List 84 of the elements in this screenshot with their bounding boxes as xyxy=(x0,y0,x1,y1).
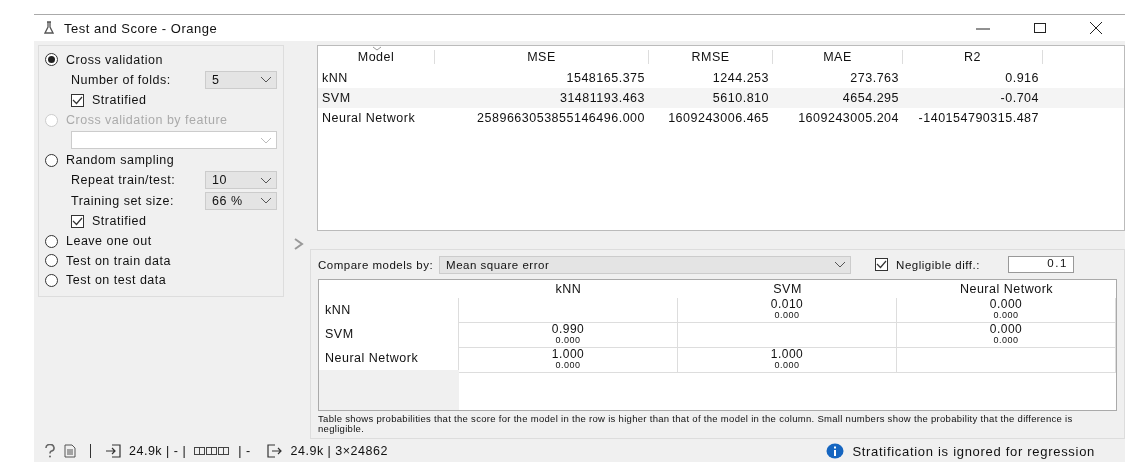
negligible-probability: 0.000 xyxy=(555,359,581,371)
column-header: kNN xyxy=(554,281,583,296)
column-header[interactable]: Model xyxy=(318,50,435,64)
radio-label[interactable]: Random sampling xyxy=(66,153,175,168)
table-cell-text: -0.704 xyxy=(999,91,1040,105)
dropdown[interactable]: 10 xyxy=(205,171,277,190)
table-cell-text: 273.763 xyxy=(849,71,900,85)
info-icon xyxy=(826,443,845,459)
radio-label[interactable]: Cross validation xyxy=(66,52,163,67)
row-header: Neural Network xyxy=(319,345,459,370)
table-cell-text: 2589663053855146496.000 xyxy=(476,111,646,125)
table-cell-text: kNN xyxy=(321,71,349,85)
checkbox-label[interactable]: Negligible diff.: xyxy=(896,258,980,271)
chevron-icon xyxy=(260,76,272,84)
dropdown[interactable]: 66 % xyxy=(205,191,277,210)
probability-value: 0.000 xyxy=(989,298,1023,310)
chevron-icon xyxy=(834,261,847,269)
column-header: Neural Network xyxy=(958,281,1055,296)
radio-button[interactable] xyxy=(45,153,58,167)
radio-button[interactable] xyxy=(45,234,58,248)
checkbox-label[interactable]: Stratified xyxy=(92,93,147,108)
negligible-probability: 0.000 xyxy=(774,309,800,321)
table-cell-text: 0.916 xyxy=(1004,71,1040,85)
output-icon xyxy=(266,444,283,458)
report-icon[interactable] xyxy=(64,444,76,458)
row-header: kNN xyxy=(319,297,459,322)
number-field[interactable]: 0.1 xyxy=(1007,256,1074,274)
table-cell-text: Neural Network xyxy=(321,111,417,125)
table-cell-text: -140154790315.487 xyxy=(917,111,1040,125)
probability-value: 1.000 xyxy=(551,348,585,360)
input-summary: 24.9k | - | xyxy=(129,444,187,458)
output-summary: 24.9k | 3×24862 xyxy=(290,444,388,458)
column-header[interactable]: MSE xyxy=(435,50,649,64)
flask-icon xyxy=(44,21,54,35)
maximize-icon[interactable] xyxy=(1033,22,1047,34)
probability-value: 0.990 xyxy=(551,323,585,335)
radio-button[interactable] xyxy=(45,254,58,268)
column-header[interactable]: R2 xyxy=(903,50,1043,64)
help-icon[interactable] xyxy=(44,444,56,458)
input-icon xyxy=(105,444,121,458)
chevron-icon xyxy=(260,136,272,144)
chevron-icon xyxy=(260,197,272,205)
sort-indicator-icon xyxy=(372,46,382,51)
table-cell-text: 5610.810 xyxy=(711,91,770,105)
setting-label: Number of folds: xyxy=(71,72,171,87)
table-cell-text: 1548165.375 xyxy=(565,71,646,85)
checkbox-label[interactable]: Stratified xyxy=(92,214,147,229)
table-cell-text: SVM xyxy=(321,91,352,105)
column-header[interactable]: MAE xyxy=(773,50,903,64)
checkbox[interactable] xyxy=(875,258,889,272)
probability-value: 0.010 xyxy=(770,298,804,310)
setting-label: Repeat train/test: xyxy=(71,173,176,188)
status-message: Stratification is ignored for regression xyxy=(852,443,1095,459)
radio-label[interactable]: Leave one out xyxy=(66,234,152,249)
negligible-probability: 0.000 xyxy=(993,334,1019,346)
table-preview-icon[interactable] xyxy=(194,446,231,456)
negligible-probability: 0.000 xyxy=(555,334,581,346)
table-cell-text: 1609243006.465 xyxy=(667,111,770,125)
radio-label[interactable]: Test on test data xyxy=(66,273,167,288)
probability-value: 0.000 xyxy=(989,323,1023,335)
chevron-icon xyxy=(260,176,272,184)
input-summary-rest: | - xyxy=(238,444,251,458)
window-title: Test and Score - Orange xyxy=(64,20,218,36)
close-icon[interactable] xyxy=(1089,22,1103,34)
row-header: SVM xyxy=(319,321,459,346)
probability-value: 1.000 xyxy=(770,348,804,360)
setting-label: Training set size: xyxy=(71,193,175,208)
negligible-probability: 0.000 xyxy=(993,309,1019,321)
table-cell-text: 31481193.463 xyxy=(558,91,646,105)
negligible-probability: 0.000 xyxy=(774,359,800,371)
table-cell-text: 4654.295 xyxy=(841,91,900,105)
compare-dropdown[interactable]: Mean square error xyxy=(439,255,852,274)
compare-label: Compare models by: xyxy=(318,258,434,271)
table-note: Table shows probabilities that the score for the model in the row is higher than that of the model in the column. Small numbers show the probability that the difference is negligible. xyxy=(318,414,1074,434)
checkbox[interactable] xyxy=(71,214,84,228)
radio-button[interactable] xyxy=(45,53,58,67)
column-header: SVM xyxy=(772,281,803,296)
radio-button[interactable] xyxy=(45,273,58,287)
table-cell-text: 1244.253 xyxy=(711,71,770,85)
radio-label[interactable]: Test on train data xyxy=(66,253,171,268)
column-header[interactable]: RMSE xyxy=(649,50,773,64)
table-cell-text: 1609243005.204 xyxy=(797,111,900,125)
dropdown[interactable]: 5 xyxy=(205,70,277,89)
checkbox[interactable] xyxy=(71,93,84,107)
